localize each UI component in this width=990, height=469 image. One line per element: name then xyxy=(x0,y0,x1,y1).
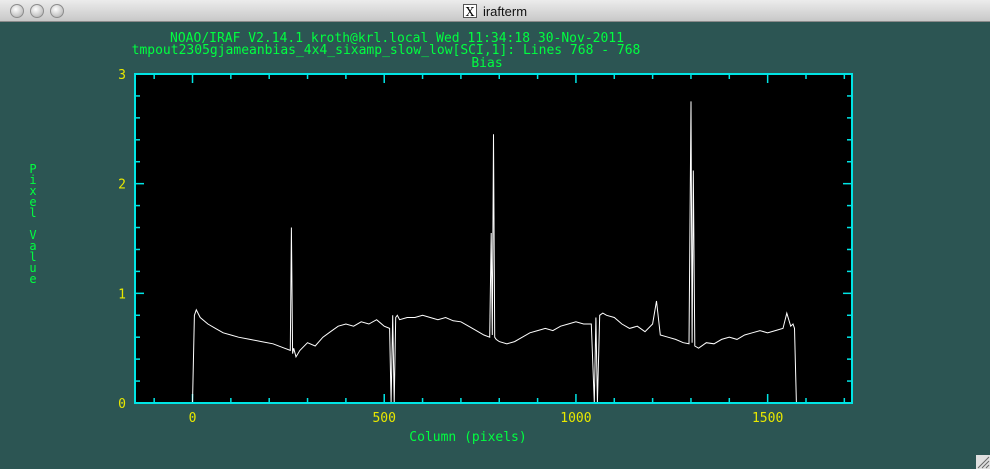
resize-grip-icon[interactable] xyxy=(976,455,990,469)
plot-background xyxy=(135,74,852,403)
y-tick-label: 2 xyxy=(118,178,126,193)
window-title: irafterm xyxy=(482,3,528,19)
y-tick-label: 3 xyxy=(118,68,126,83)
x-axis-label: Column (pixels) xyxy=(409,430,526,445)
header-line-2: tmpout2305gjameanbias_4x4_sixamp_slow_lo… xyxy=(132,43,641,58)
terminal-plot-area: NOAO/IRAF V2.14.1 kroth@krl.local Wed 11… xyxy=(29,31,990,469)
window-title-group: X irafterm xyxy=(0,0,990,22)
window-titlebar[interactable]: X irafterm xyxy=(0,0,990,22)
x-tick-label: 1000 xyxy=(560,411,591,426)
x-tick-label: 1500 xyxy=(752,411,783,426)
y-axis-label-char: e xyxy=(29,272,36,286)
x11-icon: X xyxy=(462,4,477,19)
y-tick-label: 1 xyxy=(118,287,126,302)
chart-title: Bias xyxy=(471,56,502,71)
x-tick-label: 0 xyxy=(189,411,197,426)
x-tick-label: 500 xyxy=(372,411,395,426)
y-tick-label: 0 xyxy=(118,397,126,412)
y-axis-label: Pixel Value xyxy=(29,162,36,286)
y-axis-label-char: l xyxy=(29,206,36,220)
